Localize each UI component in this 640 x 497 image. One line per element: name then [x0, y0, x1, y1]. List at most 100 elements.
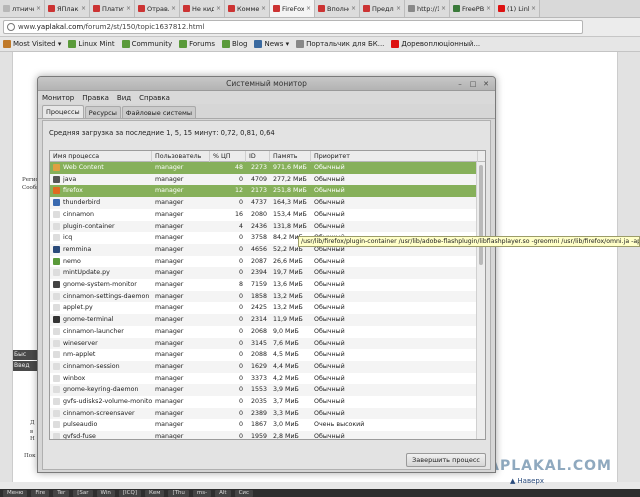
- bookmark-label: Доревоплюціонный...: [401, 40, 481, 48]
- command-line-tooltip: /usr/lib/firefox/plugin-container /usr/l…: [298, 236, 640, 247]
- bookmark-item[interactable]: Доревоплюціонный...: [391, 40, 480, 48]
- process-icon: [53, 433, 60, 439]
- taskbar-item[interactable]: [Thu: [168, 489, 189, 497]
- browser-tab[interactable]: Не кидай×: [180, 0, 225, 17]
- close-icon[interactable]: ✕: [482, 80, 490, 88]
- table-row[interactable]: nemo manager 0 2087 26,6 МиБ Обычный: [50, 256, 478, 268]
- table-row[interactable]: thunderbird manager 0 4737 164,3 МиБ Обычный: [50, 197, 478, 209]
- table-row[interactable]: cinnamon manager 16 2080 153,4 МиБ Обычный: [50, 209, 478, 221]
- bookmark-item[interactable]: Linux Mint: [68, 40, 115, 48]
- table-row[interactable]: nm-applet manager 0 2088 4,5 МиБ Обычный: [50, 349, 478, 361]
- browser-tab[interactable]: Предлож×: [360, 0, 405, 17]
- browser-tab[interactable]: Платить з×: [90, 0, 135, 17]
- close-tab-icon[interactable]: ×: [396, 5, 401, 12]
- menu-item[interactable]: Справка: [139, 94, 170, 102]
- back-to-top-link[interactable]: ▲ Наверх: [510, 477, 544, 485]
- user-cell: manager: [155, 386, 184, 394]
- column-process-name[interactable]: Имя процесса: [50, 151, 152, 162]
- table-row[interactable]: applet.py manager 0 2425 13,2 МиБ Обычный: [50, 302, 478, 314]
- bookmark-item[interactable]: Forums: [179, 40, 215, 48]
- bookmark-label: Портальчик для БК...: [306, 40, 385, 48]
- table-row[interactable]: gnome-terminal manager 0 2314 11,9 МиБ Обычны…: [50, 314, 478, 326]
- table-row[interactable]: winbox manager 0 3373 4,2 МиБ Обычный: [50, 373, 478, 385]
- close-tab-icon[interactable]: ×: [126, 5, 131, 12]
- table-row[interactable]: Web Content manager 48 2273 971,6 МиБ Обычный: [50, 162, 478, 174]
- taskbar-item[interactable]: ms-: [192, 489, 212, 497]
- table-row[interactable]: gvfs-udisks2-volume-monitor manager 0 2035 3…: [50, 396, 478, 408]
- end-process-button[interactable]: Завершить процесс: [406, 453, 486, 467]
- close-tab-icon[interactable]: ×: [351, 5, 356, 12]
- browser-tab[interactable]: FireFox ×: [270, 0, 315, 17]
- cpu-cell: 16: [234, 210, 243, 218]
- table-row[interactable]: gnome-keyring-daemon manager 0 1553 3,9 МиБ О…: [50, 384, 478, 396]
- table-row[interactable]: cinnamon-session manager 0 1629 4,4 МиБ Обычн…: [50, 360, 478, 373]
- close-tab-icon[interactable]: ×: [81, 5, 86, 12]
- maximize-icon[interactable]: □: [469, 80, 477, 88]
- taskbar-item[interactable]: Win: [96, 489, 115, 497]
- close-tab-icon[interactable]: ×: [36, 5, 41, 12]
- tab-processes[interactable]: Процессы: [42, 105, 84, 118]
- table-row[interactable]: firefox manager 12 2173 251,8 МиБ Обычный: [50, 185, 478, 198]
- taskbar-item[interactable]: Меню: [3, 489, 28, 497]
- table-row[interactable]: cinnamon-screensaver manager 0 2389 3,3 МиБ О…: [50, 407, 478, 420]
- close-tab-icon[interactable]: ×: [486, 5, 491, 12]
- window-titlebar[interactable]: Системный монитор – □ ✕: [38, 77, 495, 91]
- page-section-header: Введ: [13, 361, 39, 371]
- taskbar-item[interactable]: Кем: [144, 489, 165, 497]
- menu-item[interactable]: Вид: [117, 94, 131, 102]
- bookmark-item[interactable]: Community: [121, 40, 172, 48]
- close-tab-icon[interactable]: ×: [171, 5, 176, 12]
- browser-tab[interactable]: http://10.1×: [405, 0, 450, 17]
- table-row[interactable]: plugin-container manager 4 2436 131,8 МиБ Обы…: [50, 220, 478, 233]
- browser-tab[interactable]: Коммент×: [225, 0, 270, 17]
- bookmark-item[interactable]: Blog: [221, 40, 247, 48]
- scrollbar-thumb[interactable]: [479, 165, 483, 265]
- browser-tab[interactable]: Вполне з×: [315, 0, 360, 17]
- table-row[interactable]: cinnamon-settings-daemon manager 0 1858 13,2…: [50, 290, 478, 303]
- close-tab-icon[interactable]: ×: [441, 5, 446, 12]
- table-row[interactable]: gvfsd-fuse manager 0 1959 2,8 МиБ Обычный: [50, 431, 478, 439]
- taskbar-item[interactable]: Ter: [53, 489, 70, 497]
- column-priority[interactable]: Приоритет: [311, 151, 478, 162]
- globe-icon: [7, 23, 15, 31]
- column-memory[interactable]: Память: [270, 151, 311, 162]
- browser-tab[interactable]: Отравлен×: [135, 0, 180, 17]
- bookmark-item[interactable]: News ▾: [254, 40, 289, 48]
- taskbar-item[interactable]: [ICQ]: [118, 489, 141, 497]
- taskbar-item[interactable]: Alt: [215, 489, 231, 497]
- bookmark-item[interactable]: Most Visited ▾: [3, 40, 61, 48]
- table-row[interactable]: wineserver manager 0 3145 7,6 МиБ Обычный: [50, 337, 478, 350]
- column-user[interactable]: Пользователь: [152, 151, 210, 162]
- tab-resources[interactable]: Ресурсы: [84, 106, 121, 118]
- cpu-cell: 0: [238, 292, 243, 300]
- browser-tab[interactable]: лтничес×: [0, 0, 45, 17]
- arrow-up-icon: ▲: [510, 477, 516, 485]
- column-cpu[interactable]: % ЦП: [210, 151, 246, 162]
- column-id[interactable]: ID: [246, 151, 270, 162]
- page-link-fragment[interactable]: Пок: [24, 453, 36, 459]
- menu-item[interactable]: Монитор: [42, 94, 74, 102]
- close-tab-icon[interactable]: ×: [261, 5, 266, 12]
- menu-item[interactable]: Правка: [82, 94, 109, 102]
- minimize-icon[interactable]: –: [456, 80, 464, 88]
- user-cell: manager: [155, 222, 184, 230]
- tab-filesystems[interactable]: Файловые системы: [121, 106, 197, 118]
- browser-tab[interactable]: FreePBX A×: [450, 0, 495, 17]
- vertical-scrollbar[interactable]: [476, 162, 485, 439]
- table-row[interactable]: cinnamon-launcher manager 0 2068 9,0 МиБ Обыч…: [50, 326, 478, 338]
- browser-tab[interactable]: (1) Linkin×: [495, 0, 540, 17]
- close-tab-icon[interactable]: ×: [306, 5, 311, 12]
- table-row[interactable]: pulseaudio manager 0 1867 3,0 МиБ Очень высок…: [50, 419, 478, 431]
- memory-cell: 9,0 МиБ: [273, 327, 299, 335]
- url-bar[interactable]: www.yaplakal.com/forum2/st/150/topic1637…: [3, 20, 583, 34]
- taskbar-item[interactable]: Сис: [234, 489, 254, 497]
- bookmark-item[interactable]: Портальчик для БК...: [296, 40, 384, 48]
- browser-tab[interactable]: ЯПлакалъ×: [45, 0, 90, 17]
- taskbar-item[interactable]: [Sar: [73, 489, 93, 497]
- table-row[interactable]: gnome-system-monitor manager 8 7159 13,6 МиБ…: [50, 279, 478, 291]
- close-tab-icon[interactable]: ×: [531, 5, 536, 12]
- table-row[interactable]: java manager 0 4709 277,2 МиБ Обычный: [50, 173, 478, 186]
- taskbar-item[interactable]: Fire: [31, 489, 50, 497]
- close-tab-icon[interactable]: ×: [216, 5, 221, 12]
- table-row[interactable]: mintUpdate.py manager 0 2394 19,7 МиБ Обычный: [50, 267, 478, 279]
